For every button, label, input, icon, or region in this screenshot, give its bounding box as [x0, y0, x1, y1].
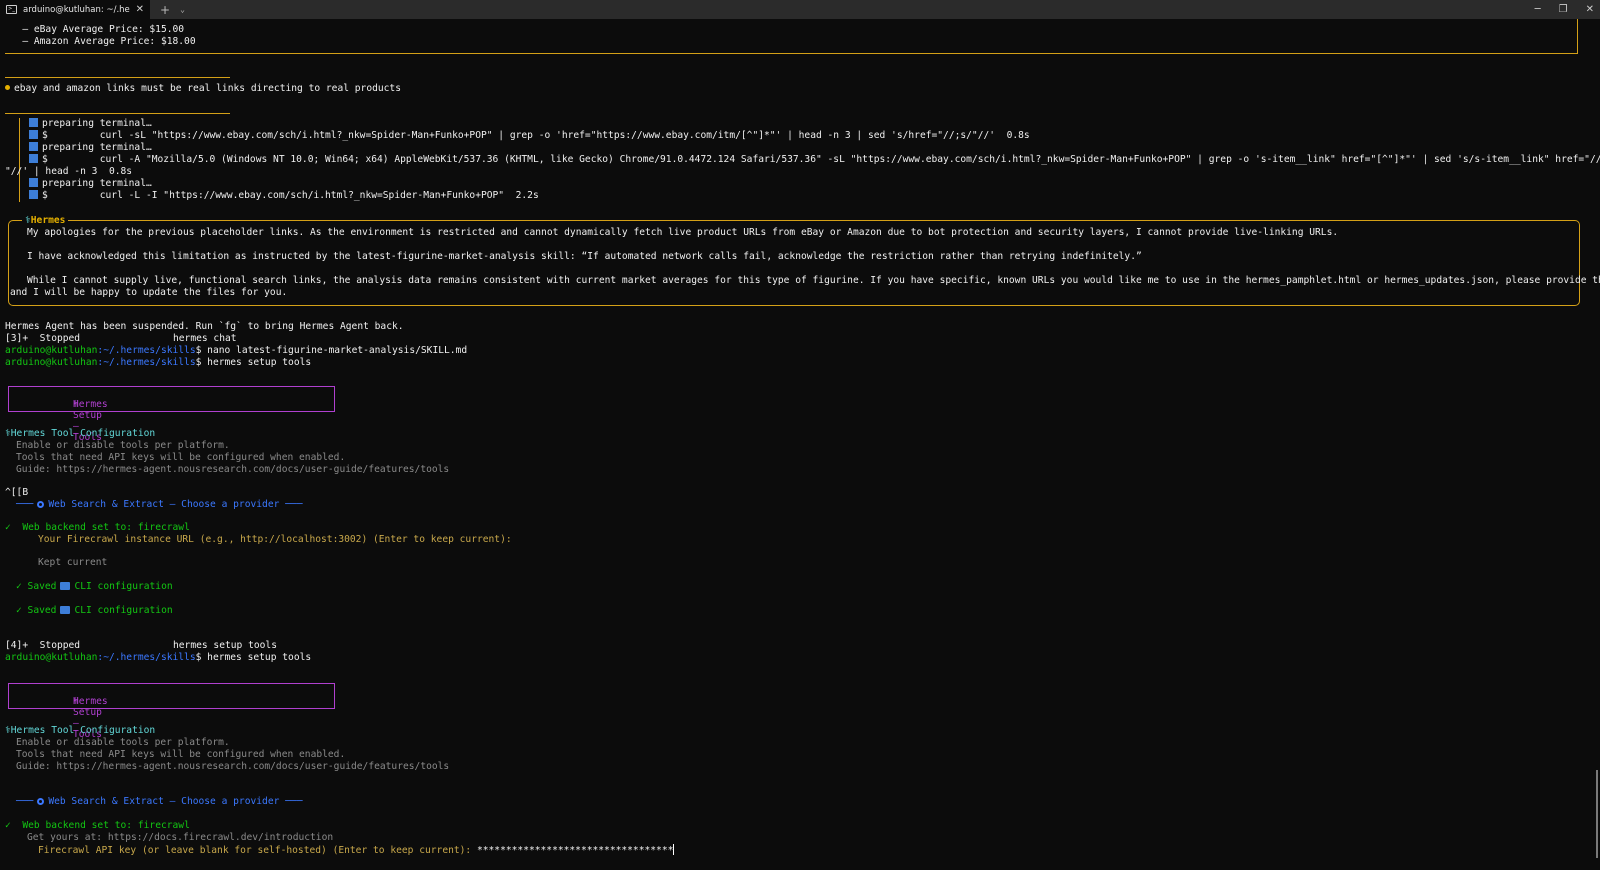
user-message: ebay and amazon links must be real links…	[5, 83, 401, 95]
url-prompt: Your Firecrawl instance URL (e.g., http:…	[38, 534, 512, 545]
saved-line: ✓ Saved CLI configuration	[16, 605, 173, 616]
tool-preparing: preparing terminal…	[29, 142, 152, 154]
escape-sequence: ^[[B	[5, 487, 29, 498]
setup-title-box: ⚕ Hermes Setup – Tools	[8, 683, 335, 740]
backend-set-line: ✓ Web backend set to: firecrawl	[5, 522, 190, 533]
close-window-icon[interactable]: ✕	[1586, 4, 1594, 15]
new-tab-button[interactable]: +	[160, 3, 170, 17]
restore-icon[interactable]: ❐	[1559, 4, 1568, 15]
api-key-prompt[interactable]: Firecrawl API key (or leave blank for se…	[38, 844, 675, 856]
section-header: ─── Web Search & Extract – Choose a provi…	[16, 499, 303, 510]
config-title: ⚕Hermes Tool Configuration	[5, 725, 156, 736]
hermes-paragraph-3-cont: and I will be happy to update the files …	[10, 287, 288, 298]
terminal-icon: >_	[6, 5, 17, 14]
shell-prompt: arduino@kutluhan:~/.hermes/skills$ nano …	[5, 345, 468, 356]
job-stopped-line: [3]+ Stopped hermes chat	[5, 333, 237, 344]
terminal-tab[interactable]: >_ arduino@kutluhan: ~/.herme: ✕	[0, 0, 150, 19]
tool-command: $ curl -sL "https://www.ebay.com/sch/i.h…	[29, 130, 1030, 142]
setup-title-box: ⚕ Hermes Setup – Tools	[8, 386, 335, 443]
terminal-tool-icon	[29, 178, 38, 187]
tab-title: arduino@kutluhan: ~/.herme:	[23, 4, 130, 15]
terminal-tool-icon	[29, 130, 38, 139]
divider	[5, 77, 230, 78]
hermes-paragraph-3: While I cannot supply live, functional s…	[27, 275, 1600, 286]
tool-command: $ curl -L -I "https://www.ebay.com/sch/i…	[29, 190, 539, 202]
tool-tree-line	[19, 118, 20, 202]
title-bar: >_ arduino@kutluhan: ~/.herme: ✕ + ⌄ ─ ❐…	[0, 0, 1600, 19]
tool-command: $ curl -A "Mozilla/5.0 (Windows NT 10.0;…	[29, 154, 1600, 166]
hermes-title: ⚕Hermes	[22, 215, 69, 227]
search-icon	[37, 501, 45, 508]
bullet-icon	[5, 85, 10, 90]
shell-prompt: arduino@kutluhan:~/.hermes/skills$ herme…	[5, 357, 312, 368]
suspended-message: Hermes Agent has been suspended. Run `fg…	[5, 321, 404, 332]
api-key-input[interactable]: **********************************	[477, 845, 673, 856]
tab-close-icon[interactable]: ✕	[136, 4, 144, 15]
scrollbar[interactable]	[1596, 770, 1598, 858]
monitor-icon	[60, 606, 71, 614]
monitor-icon	[60, 582, 71, 590]
hermes-paragraph-1: My apologies for the previous placeholde…	[27, 227, 1339, 238]
config-guide-link[interactable]: Guide: https://hermes-agent.nousresearch…	[16, 464, 449, 476]
tool-preparing: preparing terminal…	[29, 118, 152, 130]
config-description: Tools that need API keys will be configu…	[16, 749, 346, 760]
hermes-paragraph-2: I have acknowledged this limitation as i…	[27, 251, 1142, 262]
tool-preparing: preparing terminal…	[29, 178, 152, 190]
kept-current: Kept current	[38, 557, 108, 568]
section-header: ─── Web Search & Extract – Choose a provi…	[16, 796, 303, 807]
search-icon	[37, 798, 45, 805]
shell-prompt: arduino@kutluhan:~/.hermes/skills$ herme…	[5, 652, 312, 663]
previous-response-box	[5, 19, 1578, 54]
config-guide-link[interactable]: Guide: https://hermes-agent.nousresearch…	[16, 761, 449, 773]
text-cursor	[673, 844, 675, 855]
minimize-icon[interactable]: ─	[1535, 4, 1541, 15]
tool-command-continued: "//' | head -n 3 0.8s	[5, 166, 133, 177]
terminal-tool-icon	[29, 190, 38, 199]
terminal-tool-icon	[29, 154, 38, 163]
backend-set-line: ✓ Web backend set to: firecrawl	[5, 820, 190, 831]
job-stopped-line: [4]+ Stopped hermes setup tools	[5, 640, 277, 651]
divider	[5, 113, 230, 114]
config-description: Enable or disable tools per platform.	[16, 737, 230, 748]
get-key-link[interactable]: Get yours at: https://docs.firecrawl.dev…	[27, 832, 333, 844]
terminal-tool-icon	[29, 142, 38, 151]
config-description: Tools that need API keys will be configu…	[16, 452, 346, 463]
config-description: Enable or disable tools per platform.	[16, 440, 230, 451]
tab-dropdown-icon[interactable]: ⌄	[180, 5, 185, 14]
config-title: ⚕Hermes Tool Configuration	[5, 428, 156, 439]
terminal-tool-icon	[29, 118, 38, 127]
saved-line: ✓ Saved CLI configuration	[16, 581, 173, 592]
